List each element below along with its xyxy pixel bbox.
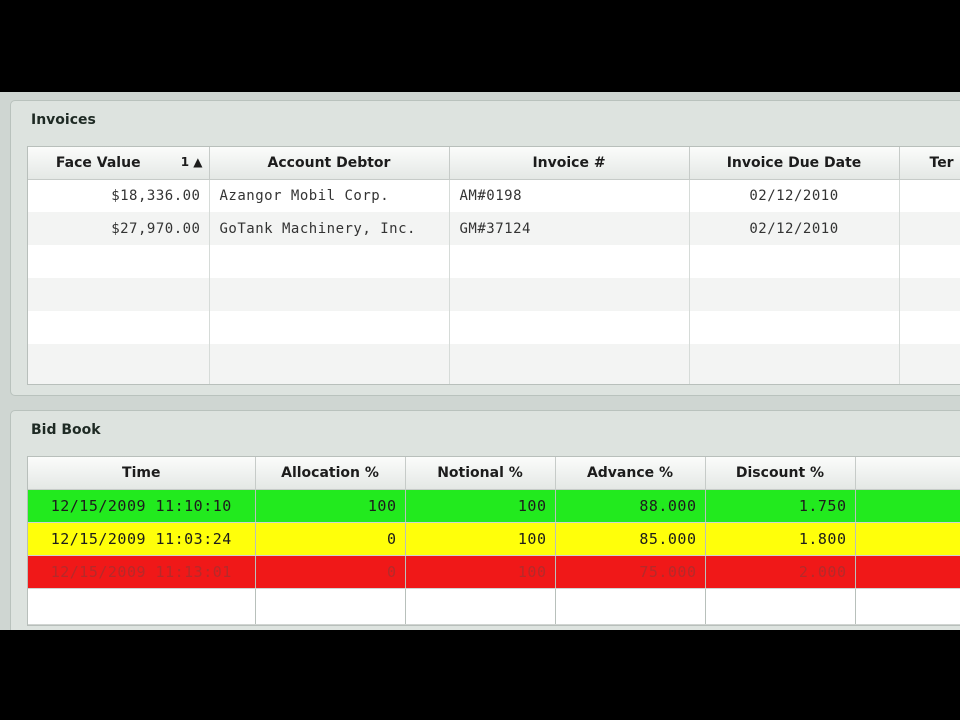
- column-header-discount[interactable]: Discount %: [705, 457, 856, 490]
- invoices-panel: Invoices Face Value 1 ▲ Account Debtor I…: [10, 100, 960, 396]
- terms-cell: [899, 212, 960, 245]
- terms-cell: [899, 179, 960, 212]
- bid-time-cell: 12/15/2009 11:13:01: [28, 555, 256, 589]
- bid-allocation-cell: 0: [255, 555, 406, 589]
- bid-blank-cell: [855, 522, 960, 556]
- letterbox-top: [0, 0, 960, 92]
- bid-book-panel-title: Bid Book: [31, 422, 101, 438]
- bid-book-header-row: Time Allocation % Notional % Advance % D…: [28, 457, 960, 490]
- bid-time-cell: 12/15/2009 11:03:24: [28, 522, 256, 556]
- letterbox-bottom: [0, 630, 960, 720]
- column-header-invoice-due-date[interactable]: Invoice Due Date: [689, 147, 900, 180]
- face-value-cell: $18,336.00: [28, 179, 210, 212]
- bid-allocation-cell: 100: [255, 489, 406, 523]
- invoice-number-cell: GM#37124: [449, 212, 690, 245]
- account-debtor-cell: GoTank Machinery, Inc.: [209, 212, 450, 245]
- app-window: Invoices Face Value 1 ▲ Account Debtor I…: [0, 92, 960, 630]
- column-header-invoice-number[interactable]: Invoice #: [449, 147, 690, 180]
- invoices-grid: Face Value 1 ▲ Account Debtor Invoice # …: [27, 146, 960, 385]
- column-header-time[interactable]: Time: [28, 457, 256, 490]
- invoices-panel-title: Invoices: [31, 112, 96, 128]
- column-header-terms[interactable]: Ter: [899, 147, 960, 180]
- bid-blank-cell: [855, 555, 960, 589]
- bid-discount-cell: 2.000: [705, 555, 856, 589]
- bid-notional-cell: 100: [405, 489, 556, 523]
- due-date-cell: 02/12/2010: [689, 212, 900, 245]
- bid-advance-cell: 85.000: [555, 522, 706, 556]
- column-header-advance[interactable]: Advance %: [555, 457, 706, 490]
- bid-time-cell: 12/15/2009 11:10:10: [28, 489, 256, 523]
- bid-notional-cell: 100: [405, 522, 556, 556]
- bid-book-grid: Time Allocation % Notional % Advance % D…: [27, 456, 960, 626]
- bid-discount-cell: 1.800: [705, 522, 856, 556]
- table-row[interactable]: $27,970.00 GoTank Machinery, Inc. GM#371…: [28, 212, 960, 245]
- table-row[interactable]: $18,336.00 Azangor Mobil Corp. AM#0198 0…: [28, 179, 960, 212]
- column-header-face-value[interactable]: Face Value 1 ▲: [28, 147, 210, 180]
- column-header-notional[interactable]: Notional %: [405, 457, 556, 490]
- column-header-allocation[interactable]: Allocation %: [255, 457, 406, 490]
- bid-row-best[interactable]: 12/15/2009 11:10:10 100 100 88.000 1.750: [28, 489, 960, 523]
- due-date-cell: 02/12/2010: [689, 179, 900, 212]
- bid-row-second[interactable]: 12/15/2009 11:03:24 0 100 85.000 1.800: [28, 522, 960, 556]
- empty-row: [28, 311, 960, 344]
- column-header-account-debtor[interactable]: Account Debtor: [209, 147, 450, 180]
- bid-row-third[interactable]: 12/15/2009 11:13:01 0 100 75.000 2.000: [28, 555, 960, 589]
- bid-advance-cell: 88.000: [555, 489, 706, 523]
- invoices-header-row: Face Value 1 ▲ Account Debtor Invoice # …: [28, 147, 960, 180]
- column-header-blank: [855, 457, 960, 490]
- bid-book-panel: Bid Book Time Allocation % Notional % Ad…: [10, 410, 960, 630]
- empty-row: [28, 245, 960, 278]
- face-value-cell: $27,970.00: [28, 212, 210, 245]
- sort-ascending-icon: 1 ▲: [180, 155, 203, 169]
- empty-row: [28, 588, 960, 625]
- bid-advance-cell: 75.000: [555, 555, 706, 589]
- invoice-number-cell: AM#0198: [449, 179, 690, 212]
- bid-allocation-cell: 0: [255, 522, 406, 556]
- empty-row: [28, 278, 960, 311]
- bid-blank-cell: [855, 489, 960, 523]
- account-debtor-cell: Azangor Mobil Corp.: [209, 179, 450, 212]
- empty-row: [28, 344, 960, 384]
- bid-discount-cell: 1.750: [705, 489, 856, 523]
- bid-notional-cell: 100: [405, 555, 556, 589]
- column-header-label: Face Value: [55, 154, 141, 171]
